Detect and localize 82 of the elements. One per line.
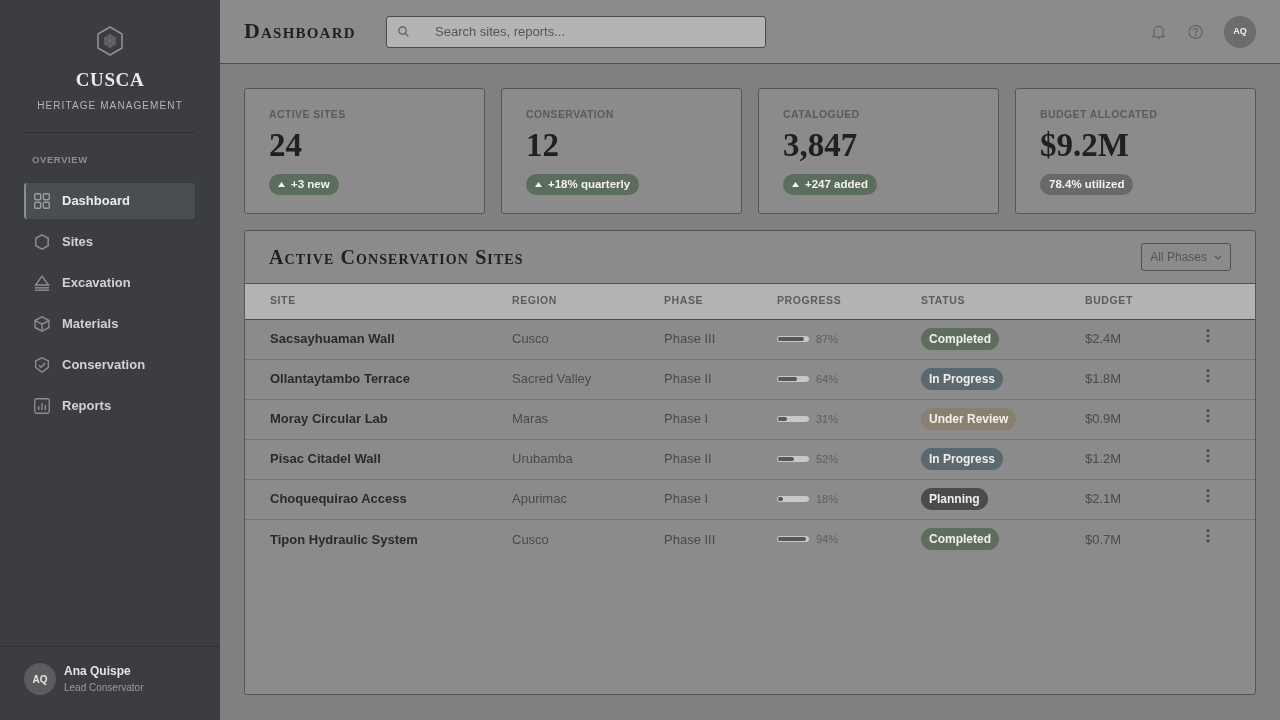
status-badge: In Progress [921,448,1004,470]
site-name: Pisac Citadel Wall [270,451,381,467]
region-text: Cusco [512,531,549,547]
more-vertical-icon [1206,489,1210,503]
column-header: PROGRESS [777,294,842,307]
column-header: PHASE [664,294,704,307]
trend-badge: +18% quarterly [526,174,640,195]
phase-text: Phase II [664,371,712,387]
region-text: Sacred Valley [512,371,592,387]
column-header: SITE [270,294,296,307]
user-avatar: AQ [24,663,56,695]
sidebar-item[interactable]: Materials [24,306,195,342]
notifications-button[interactable] [1151,23,1166,40]
page-title: Dashboard [244,18,357,45]
sidebar-item[interactable]: Dashboard [24,183,195,219]
search-icon [398,25,409,37]
logo-icon [97,26,123,56]
status-badge: Planning [921,488,988,510]
search-field[interactable]: Search sites, reports... [386,15,766,48]
stat-value: 24 [269,126,303,164]
sidebar-item[interactable]: Excavation [24,265,195,301]
budget-text: $1.2M [1085,451,1122,467]
trend-badge: +247 added [783,174,877,195]
bar-chart-icon [34,398,50,414]
site-name: Sacsayhuaman Wall [270,331,395,347]
budget-text: $1.8M [1085,371,1122,387]
budget-text: $0.9M [1085,411,1122,427]
bell-icon [1151,23,1166,40]
budget-text: $0.7M [1085,531,1122,547]
up-triangle-icon [535,182,542,187]
triangle-icon [34,275,50,291]
panel-title: Active Conservation Sites [269,245,524,269]
phase-text: Phase I [664,491,709,507]
chevron-down-icon [1214,254,1222,260]
more-vertical-icon [1206,369,1210,383]
shield-check-icon [34,357,50,373]
column-header: BUDGET [1085,294,1133,307]
more-vertical-icon [1206,529,1210,544]
more-vertical-icon [1206,409,1210,423]
up-triangle-icon [792,182,799,187]
brand-name: CUSCA [75,68,145,92]
up-triangle-icon [278,182,285,187]
trend-badge: +3 new [269,174,339,195]
more-vertical-icon [1206,329,1210,343]
site-name: Tipon Hydraulic System [270,531,418,547]
sidebar-item[interactable]: Sites [24,224,195,260]
phase-text: Phase III [664,531,716,547]
stat-value: 3,847 [783,126,859,164]
phase-text: Phase I [664,411,709,427]
phase-text: Phase III [664,331,716,347]
user-name: Ana Quispe [64,663,132,679]
budget-text: $2.4M [1085,331,1122,347]
region-text: Urubamba [512,451,573,467]
stat-value: 12 [526,126,560,164]
hexagon-icon [34,234,50,250]
cube-icon [34,316,50,332]
region-text: Maras [512,411,549,427]
budget-text: $2.1M [1085,491,1122,507]
region-text: Apurimac [512,491,567,507]
section-label: OVERVIEW [32,154,88,166]
grid-icon [34,193,50,209]
help-icon [1188,23,1203,40]
sidebar-item[interactable]: Conservation [24,347,195,383]
more-vertical-icon [1206,449,1210,463]
status-badge: In Progress [921,368,1004,390]
user-avatar[interactable]: AQ [1224,15,1256,48]
trend-badge: 78.4% utilized [1040,174,1134,195]
column-header: STATUS [921,294,966,307]
sidebar-item[interactable]: Reports [24,388,195,424]
status-badge: Completed [921,328,999,350]
region-text: Cusco [512,331,549,347]
column-header: REGION [512,294,558,307]
site-name: Choquequirao Access [270,491,407,507]
status-badge: Completed [921,528,999,551]
status-badge: Under Review [921,408,1017,430]
brand-tagline: HERITAGE MANAGEMENT [37,99,183,113]
site-name: Ollantaytambo Terrace [270,371,410,387]
site-name: Moray Circular Lab [270,411,388,427]
user-role: Lead Conservator [64,681,144,695]
help-button[interactable] [1188,23,1203,40]
phase-text: Phase II [664,451,712,467]
stat-value: $9.2M [1040,126,1130,164]
